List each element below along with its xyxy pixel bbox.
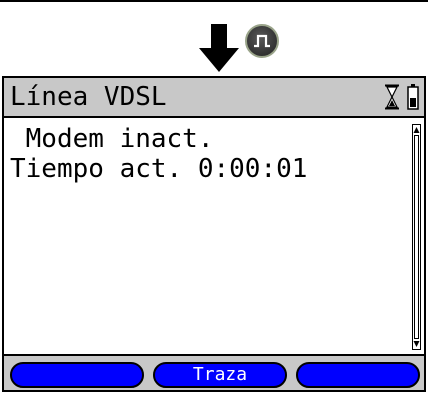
- softkey-left-button[interactable]: [10, 362, 144, 388]
- trace-softkey-button[interactable]: Traza: [153, 362, 287, 388]
- scroll-thumb[interactable]: [414, 135, 419, 339]
- softkey-right-button[interactable]: [296, 362, 420, 388]
- scroll-up-icon[interactable]: [413, 126, 420, 134]
- battery-icon: [407, 84, 419, 110]
- down-arrow-icon: [199, 24, 239, 72]
- softkey-bar: Traza: [4, 354, 424, 390]
- screen-content: Modem inact. Tiempo act. 0:00:01: [4, 118, 412, 352]
- title-bar: Línea VDSL: [4, 78, 424, 118]
- hourglass-icon: [385, 84, 399, 110]
- top-divider: [0, 0, 428, 2]
- modem-status-text: Modem inact.: [10, 124, 214, 154]
- device-screen: Línea VDSL Modem inact. Tiempo act. 0:00…: [2, 76, 426, 392]
- signal-pulse-key-icon[interactable]: [245, 24, 279, 58]
- scrollbar[interactable]: [412, 124, 421, 350]
- active-time-text: Tiempo act. 0:00:01: [10, 154, 308, 184]
- screen-title: Línea VDSL: [10, 82, 167, 112]
- scroll-down-icon[interactable]: [413, 340, 420, 348]
